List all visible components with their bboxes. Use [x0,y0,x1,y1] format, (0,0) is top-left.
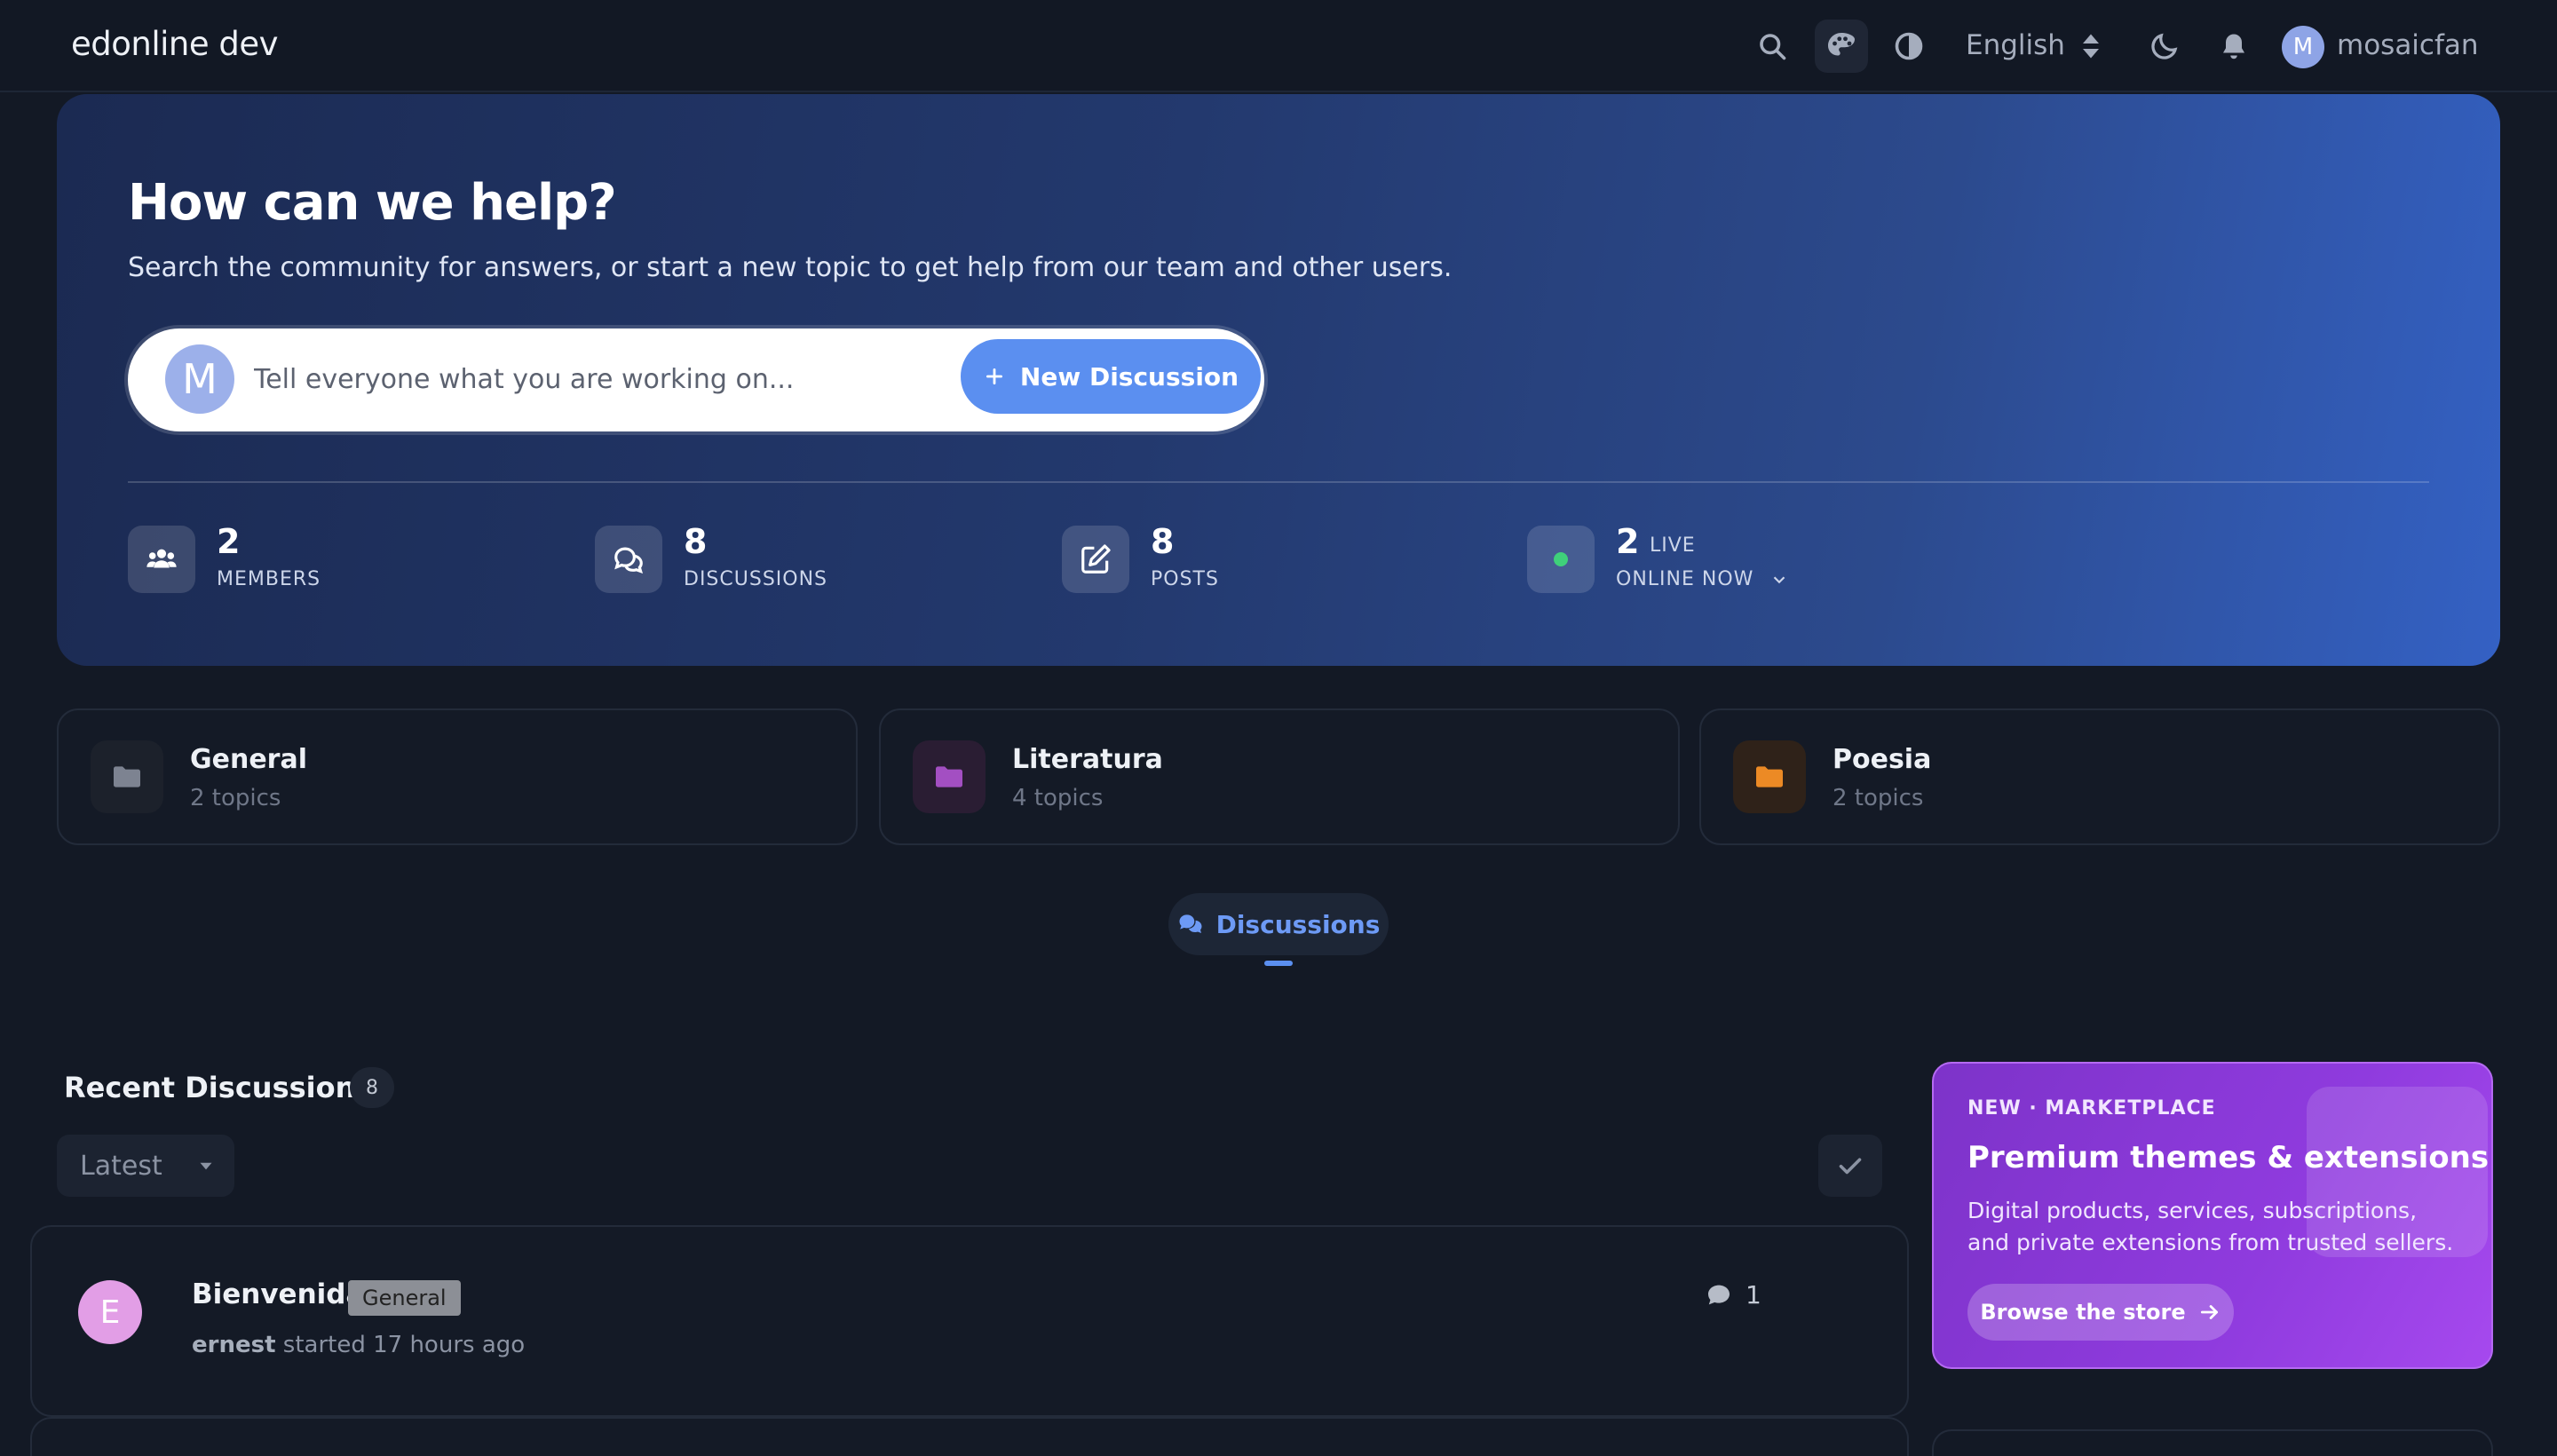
marketplace-title: Premium themes & extensions [1967,1140,2490,1175]
chevron-down-icon [1774,576,1785,584]
moon-icon[interactable] [2138,20,2191,73]
category-name: General [190,744,307,775]
tab-active-indicator [1264,961,1293,966]
sort-dropdown[interactable]: Latest [57,1135,234,1197]
caret-down-icon [200,1162,212,1170]
comment-icon [1708,1285,1730,1304]
marketplace-eyebrow: NEW · MARKETPLACE [1967,1097,2216,1120]
palette-icon[interactable] [1815,20,1868,73]
browse-store-button[interactable]: Browse the store [1967,1284,2234,1341]
site-brand[interactable]: edonline dev [71,25,279,63]
stat-discussions-value: 8 [684,522,708,561]
stat-discussions-label: DISCUSSIONS [684,568,828,590]
stat-online-label: ONLINE NOW [1616,568,1789,590]
contrast-icon[interactable] [1882,20,1936,73]
category-card-poesia[interactable]: Poesia 2 topics [1699,708,2500,845]
category-count: 4 topics [1012,785,1104,811]
discussion-item[interactable]: E Bienvenida General ernest started 17 h… [30,1225,1909,1417]
bell-icon[interactable] [2207,20,2260,73]
user-name[interactable]: mosaicfan [2337,29,2479,61]
discussion-started: started 17 hours ago [282,1332,526,1358]
check-icon [1839,1158,1862,1175]
discussion-composer: M New Discussion [128,328,1264,431]
new-discussion-button[interactable]: New Discussion [961,339,1261,414]
reply-count-value: 1 [1746,1280,1761,1310]
marketplace-description: Digital products, services, subscription… [1967,1198,2454,1255]
stat-online-value: 2 [1616,522,1640,561]
user-avatar[interactable]: M [2282,26,2324,68]
recent-discussions-title: Recent Discussions [64,1071,373,1104]
top-bar: edonline dev English M mosaicfan [0,0,2557,92]
hero-banner: How can we help? Search the community fo… [57,94,2500,666]
mark-all-read-button[interactable] [1818,1135,1882,1197]
sidebar-card [1932,1429,2493,1456]
tab-discussions[interactable]: Discussions [1168,893,1389,955]
stat-posts-label: POSTS [1151,568,1219,590]
hero-subtitle: Search the community for answers, or sta… [128,252,1453,283]
category-name: Literatura [1012,744,1163,775]
folder-icon [1733,740,1806,813]
composer-avatar: M [165,344,234,414]
category-count: 2 topics [190,785,281,811]
online-dot-icon [1527,526,1595,593]
stat-members-label: MEMBERS [217,568,321,590]
category-count: 2 topics [1833,785,1924,811]
arrow-right-icon [2200,1305,2218,1319]
stat-live-label: LIVE [1650,534,1696,557]
category-card-general[interactable]: General 2 topics [57,708,858,845]
folder-icon [913,740,986,813]
author-avatar[interactable]: E [78,1280,142,1344]
discussion-title[interactable]: Bienvenida [192,1278,364,1310]
marketplace-promo: NEW · MARKETPLACE Premium themes & exten… [1932,1062,2493,1369]
search-icon[interactable] [1746,20,1799,73]
category-card-literatura[interactable]: Literatura 4 topics [879,708,1680,845]
chevron-updown-icon[interactable] [2078,30,2104,62]
users-icon [128,526,195,593]
category-name: Poesia [1833,744,1932,775]
edit-icon [1062,526,1129,593]
discussion-meta: ernest started 17 hours ago [192,1332,525,1358]
stat-members-value: 2 [217,522,241,561]
tab-discussions-label: Discussions [1215,909,1381,939]
reply-count: 1 [1705,1280,1761,1310]
discussions-icon [1179,914,1202,933]
discussion-tag[interactable]: General [348,1280,461,1316]
hero-divider [128,481,2429,483]
discussion-author[interactable]: ernest [192,1332,276,1358]
new-discussion-label: New Discussion [1019,361,1239,392]
chat-icon [595,526,662,593]
recent-discussions-count: 8 [350,1067,394,1108]
plus-icon [986,368,1002,384]
sort-label: Latest [80,1150,162,1182]
hero-title: How can we help? [128,174,617,232]
stat-posts-value: 8 [1151,522,1175,561]
language-select[interactable]: English [1966,29,2065,61]
page: edonline dev English M mosaicfan How can… [0,0,2557,1456]
browse-store-label: Browse the store [1980,1300,2186,1325]
folder-icon [91,740,163,813]
discussion-item[interactable] [30,1417,1909,1456]
composer-input[interactable] [254,357,929,401]
